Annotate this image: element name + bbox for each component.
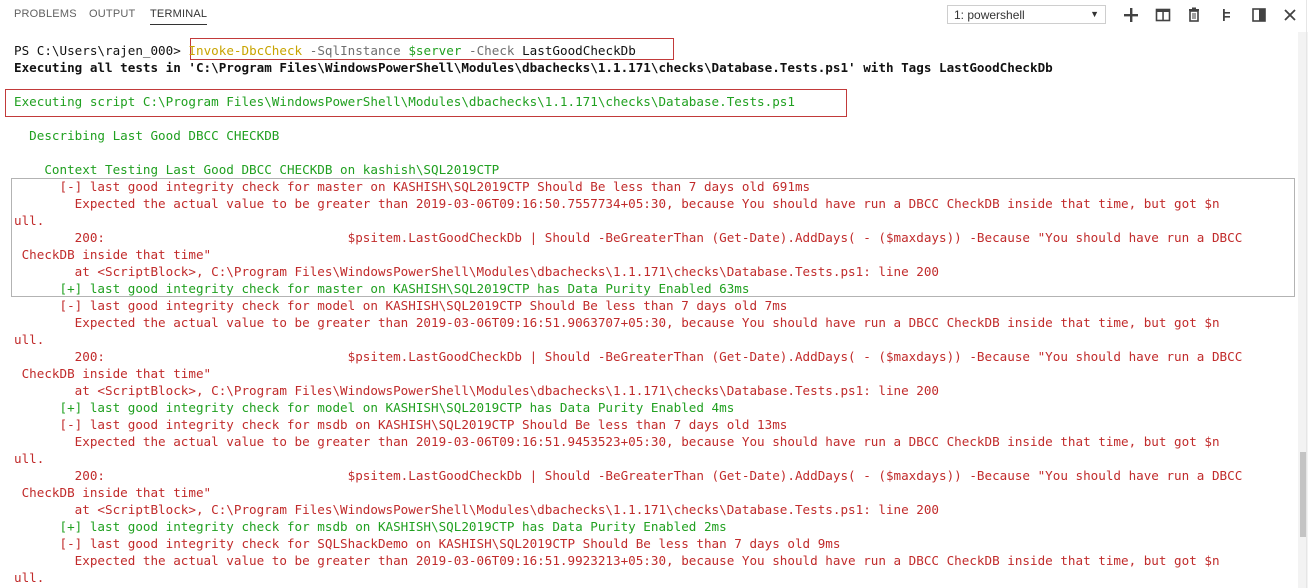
output-line: at <ScriptBlock>, C:\Program Files\Windo… — [14, 383, 940, 398]
output-line: 200: $psitem.LastGoodCheckDb | Should -B… — [14, 468, 1243, 483]
tab-terminal[interactable]: TERMINAL — [150, 8, 208, 25]
output-line: Executing script C:\Program Files\Window… — [14, 94, 795, 109]
layout-icon[interactable] — [1250, 6, 1268, 24]
prompt-variable: $server — [408, 43, 462, 58]
terminal-select-value: 1: powershell — [954, 8, 1025, 22]
split-icon[interactable] — [1154, 6, 1172, 24]
output-line: Executing all tests in 'C:\Program Files… — [14, 60, 1053, 75]
panel-header: PROBLEMS OUTPUT TERMINAL 1: powershell ▼ — [0, 0, 1308, 32]
output-line: [+] last good integrity check for msdb o… — [14, 519, 727, 534]
output-line: 200: $psitem.LastGoodCheckDb | Should -B… — [14, 349, 1243, 364]
output-line: Expected the actual value to be greater … — [14, 315, 1220, 330]
output-line: CheckDB inside that time" — [14, 485, 212, 500]
trash-icon[interactable] — [1185, 6, 1203, 24]
panel-border — [1306, 0, 1307, 588]
output-line: Describing Last Good DBCC CHECKDB — [14, 128, 280, 143]
output-line: [+] last good integrity check for master… — [14, 281, 750, 296]
plus-icon[interactable] — [1122, 6, 1140, 24]
output-line: Expected the actual value to be greater … — [14, 434, 1220, 449]
output-line: [+] last good integrity check for model … — [14, 400, 735, 415]
terminal-output[interactable]: PS C:\Users\rajen_000> Invoke-DbcCheck -… — [0, 32, 1298, 588]
output-line: at <ScriptBlock>, C:\Program Files\Windo… — [14, 502, 940, 517]
output-line: CheckDB inside that time" — [14, 247, 212, 262]
output-line: ull. — [14, 451, 45, 466]
prompt-param-check: -Check — [469, 43, 515, 58]
output-line: Expected the actual value to be greater … — [14, 196, 1220, 211]
prompt-path: PS C:\Users\rajen_000> — [14, 43, 181, 58]
prompt-line: PS C:\Users\rajen_000> Invoke-DbcCheck -… — [14, 42, 636, 59]
output-line: CheckDB inside that time" — [14, 366, 212, 381]
terminal-select[interactable]: 1: powershell ▼ — [947, 5, 1106, 24]
output-line: [-] last good integrity check for msdb o… — [14, 417, 788, 432]
prompt-param-sqlinstance: -SqlInstance — [309, 43, 401, 58]
output-line: ull. — [14, 570, 45, 585]
maximize-icon[interactable] — [1219, 6, 1237, 24]
output-line: ull. — [14, 332, 45, 347]
tab-problems[interactable]: PROBLEMS — [14, 8, 77, 20]
close-icon[interactable] — [1281, 6, 1299, 24]
output-line: Context Testing Last Good DBCC CHECKDB o… — [14, 162, 500, 177]
output-line: at <ScriptBlock>, C:\Program Files\Windo… — [14, 264, 940, 279]
output-line: Expected the actual value to be greater … — [14, 553, 1220, 568]
chevron-down-icon: ▼ — [1090, 9, 1099, 19]
prompt-argument: LastGoodCheckDb — [522, 43, 636, 58]
output-line: ull. — [14, 213, 45, 228]
output-line: [-] last good integrity check for master… — [14, 179, 811, 194]
prompt-cmdlet: Invoke-DbcCheck — [188, 43, 303, 58]
output-line: 200: $psitem.LastGoodCheckDb | Should -B… — [14, 230, 1243, 245]
output-line: [-] last good integrity check for SQLSha… — [14, 536, 841, 551]
output-line: [-] last good integrity check for model … — [14, 298, 788, 313]
tab-output[interactable]: OUTPUT — [89, 8, 135, 20]
